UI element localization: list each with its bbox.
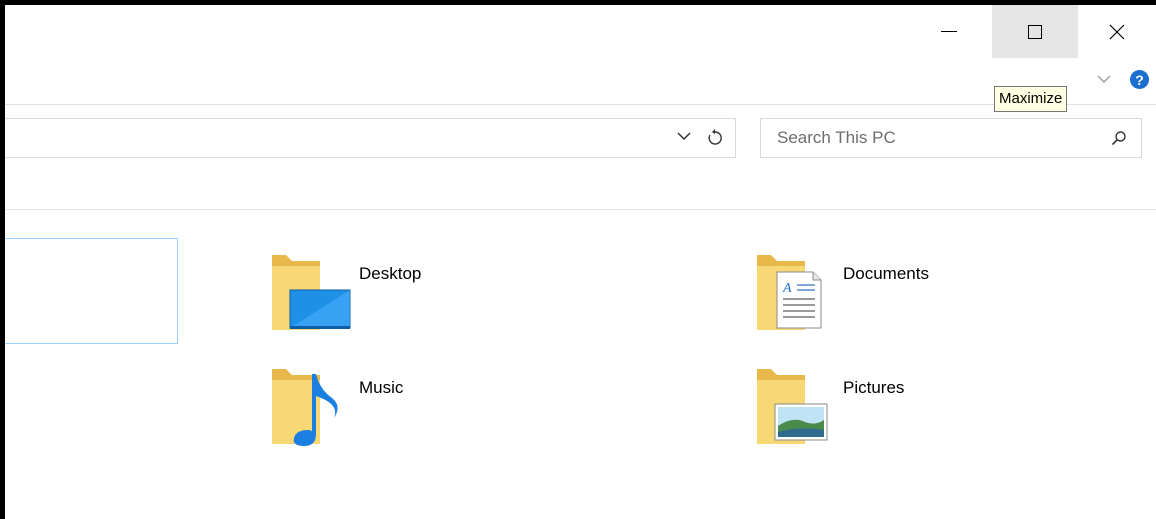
help-icon[interactable]: ?: [1130, 70, 1149, 89]
maximize-icon: [1028, 24, 1042, 39]
folder-label-music: Music: [359, 378, 404, 397]
minimize-button[interactable]: [906, 5, 992, 58]
desktop-folder-icon: [272, 255, 351, 330]
folder-documents[interactable]: A: [753, 252, 843, 332]
search-input[interactable]: [777, 119, 1077, 157]
documents-folder-icon: A: [757, 255, 822, 330]
ribbon-divider: [5, 104, 1156, 105]
folder-label-documents: Documents: [843, 264, 929, 283]
address-dropdown-chevron-icon[interactable]: [677, 131, 691, 141]
refresh-icon[interactable]: [707, 128, 723, 146]
folder-label-pictures: Pictures: [843, 378, 905, 397]
search-box[interactable]: [760, 118, 1142, 158]
close-icon: [1109, 24, 1125, 39]
minimize-icon: [941, 31, 957, 32]
folder-pictures[interactable]: [753, 366, 843, 446]
folder-label-desktop: Desktop: [359, 264, 422, 283]
maximize-tooltip: Maximize: [994, 86, 1068, 112]
maximize-button[interactable]: [992, 5, 1078, 58]
pictures-folder-icon: [757, 369, 828, 444]
selected-item[interactable]: [5, 238, 178, 344]
folder-desktop[interactable]: [268, 252, 358, 332]
address-bar[interactable]: [5, 118, 736, 158]
expand-ribbon-chevron-icon[interactable]: [1097, 74, 1111, 84]
close-button[interactable]: [1078, 5, 1156, 58]
search-icon[interactable]: [1111, 130, 1127, 146]
svg-text:A: A: [782, 281, 792, 296]
music-folder-icon: [272, 369, 338, 446]
section-divider: [5, 209, 1156, 210]
folder-music[interactable]: [268, 366, 358, 446]
